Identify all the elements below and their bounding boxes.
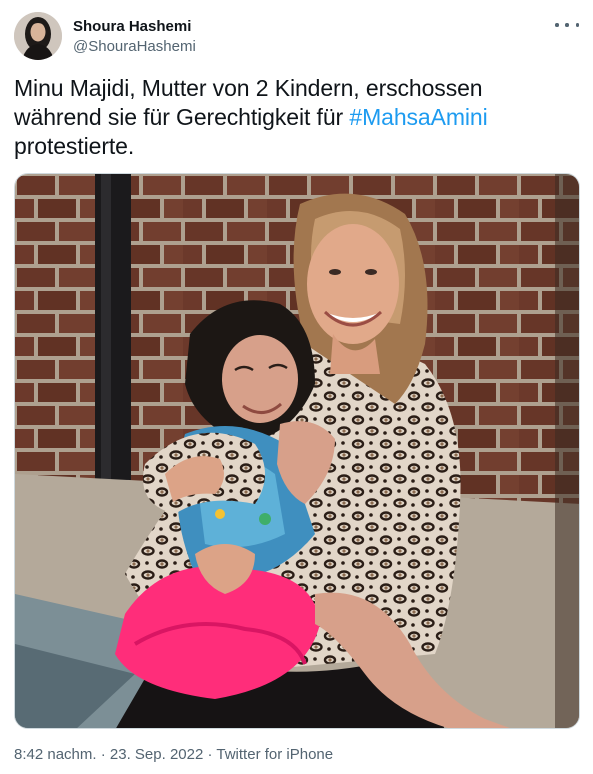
author-handle[interactable]: @ShouraHashemi xyxy=(73,37,196,57)
tweet-card: Shoura Hashemi @ShouraHashemi Minu Majid… xyxy=(0,0,593,774)
tweet-date[interactable]: 23. Sep. 2022 xyxy=(110,746,203,763)
author-names: Shoura Hashemi @ShouraHashemi xyxy=(73,17,196,57)
more-dot-3 xyxy=(575,23,579,27)
more-dot-1 xyxy=(555,23,559,27)
tweet-text-part2: protestierte. xyxy=(14,133,135,159)
tweet-photo[interactable] xyxy=(14,173,580,729)
avatar[interactable] xyxy=(14,12,62,60)
more-options-icon[interactable] xyxy=(555,18,579,32)
meta-separator-2: · xyxy=(203,746,217,763)
photo-illustration xyxy=(15,174,579,728)
meta-separator-1: · xyxy=(96,746,110,763)
more-dot-2 xyxy=(565,23,569,27)
tweet-meta: 8:42 nachm. · 23. Sep. 2022 · Twitter fo… xyxy=(14,745,333,765)
tweet-header: Shoura Hashemi @ShouraHashemi xyxy=(14,12,579,64)
tweet-time[interactable]: 8:42 nachm. xyxy=(14,746,97,763)
tweet-text: Minu Majidi, Mutter von 2 Kindern, ersch… xyxy=(14,74,574,161)
tweet-source[interactable]: Twitter for iPhone xyxy=(216,746,333,763)
hashtag-link[interactable]: #MahsaAmini xyxy=(349,104,487,130)
author-display-name[interactable]: Shoura Hashemi xyxy=(73,17,196,37)
